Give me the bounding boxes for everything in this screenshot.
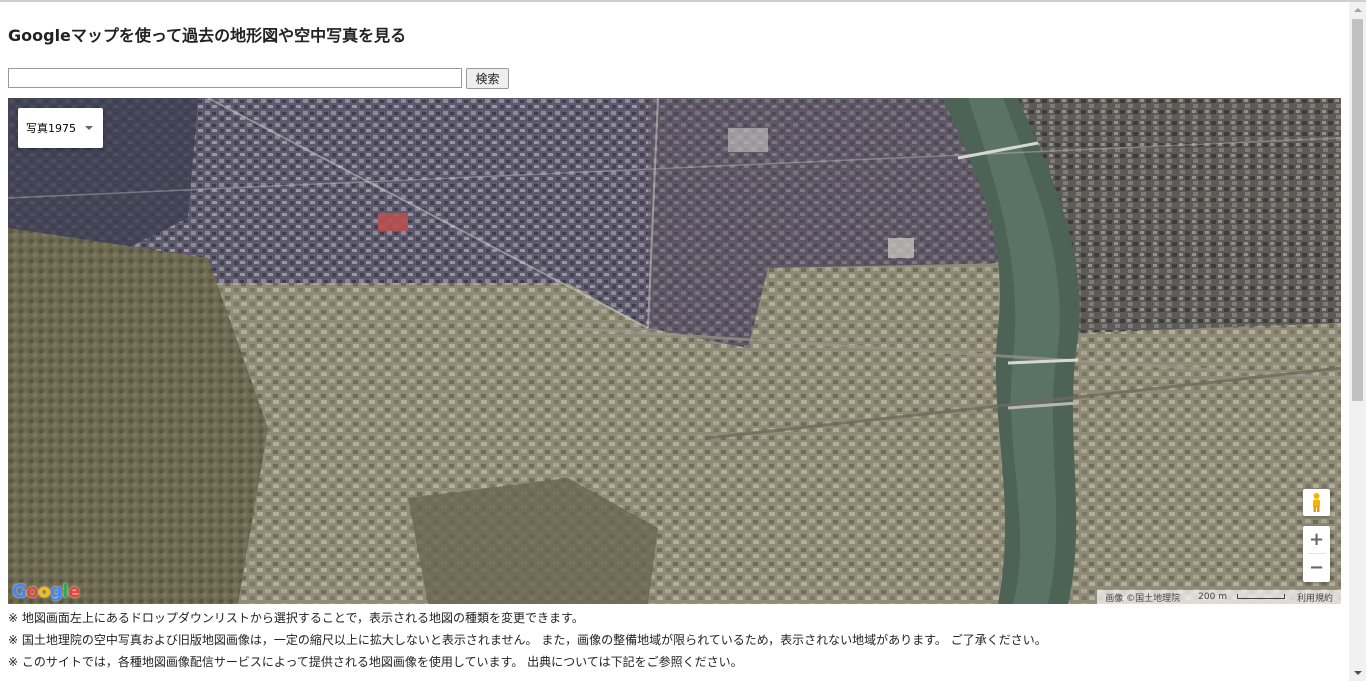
page-content: Googleマップを使って過去の地形図や空中写真を見る 検索 写真1975 + … [0, 2, 1349, 681]
pegman-icon [1313, 493, 1320, 512]
logo-letter-g: G [12, 581, 27, 602]
search-button[interactable]: 検索 [466, 68, 509, 89]
zoom-out-button[interactable]: − [1303, 554, 1330, 581]
google-logo[interactable]: Google [12, 581, 80, 602]
chevron-down-icon [85, 126, 93, 130]
map-type-dropdown[interactable]: 写真1975 [18, 108, 103, 148]
map-attribution: 画像 ©国土地理院 200 m 利用規約 [1097, 590, 1341, 604]
logo-letter-o2: o [38, 581, 51, 602]
logo-letter-e: e [68, 581, 80, 602]
scale-indicator[interactable]: 200 m [1186, 592, 1291, 602]
vertical-scrollbar[interactable] [1349, 2, 1366, 681]
note-item: ※ このサイトでは，各種地図画像配信サービスによって提供される地図画像を使用して… [8, 655, 743, 669]
scale-bar [1236, 594, 1285, 599]
search-input[interactable] [8, 68, 462, 88]
zoom-in-button[interactable]: + [1303, 526, 1330, 553]
street-view-pegman-button[interactable] [1303, 489, 1330, 516]
terms-link[interactable]: 利用規約 [1291, 591, 1339, 604]
note-item: ※ 国土地理院の空中写真および旧版地図画像は，一定の縮尺以上に拡大しないと表示さ… [8, 633, 1047, 647]
zoom-control: + − [1303, 526, 1330, 582]
logo-letter-o1: o [26, 581, 39, 602]
page-title: Googleマップを使って過去の地形図や空中写真を見る [8, 26, 407, 45]
note-item: ※ 地図画面左上にあるドロップダウンリストから選択することで，表示される地図の種… [8, 611, 584, 625]
map-type-selected: 写真1975 [26, 122, 76, 135]
scrollbar-thumb[interactable] [1352, 19, 1363, 401]
aerial-photo-imagery [8, 98, 1341, 604]
imagery-credit[interactable]: 画像 ©国土地理院 [1099, 591, 1186, 604]
map-view[interactable]: 写真1975 + − Google 画像 ©国土地理院 200 m 利用規約 [8, 98, 1341, 604]
scroll-up-arrow-icon[interactable] [1354, 8, 1362, 12]
notes-section: ※ 地図画面左上にあるドロップダウンリストから選択することで，表示される地図の種… [8, 610, 1047, 676]
scroll-down-arrow-icon[interactable] [1354, 671, 1362, 675]
logo-letter-g2: g [50, 581, 63, 602]
